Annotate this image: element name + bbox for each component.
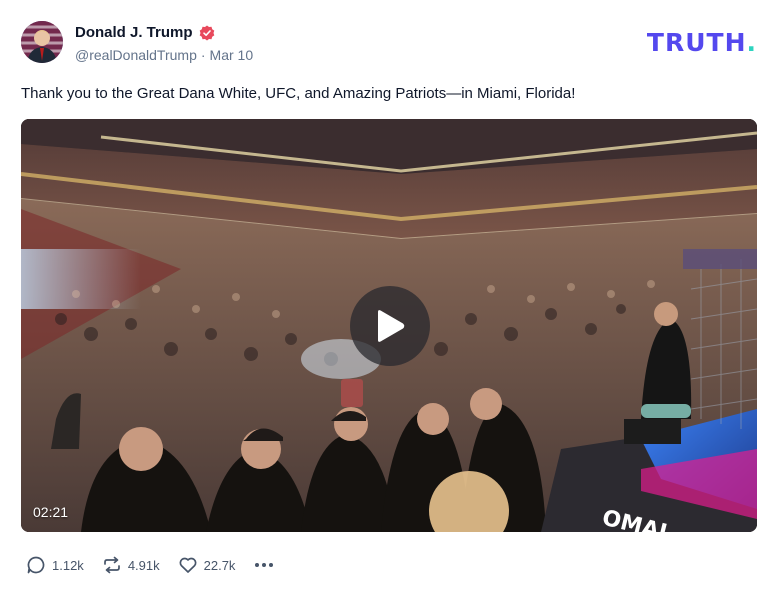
reply-icon: [27, 556, 45, 574]
more-options-button[interactable]: [253, 555, 275, 575]
retruth-button[interactable]: 4.91k: [102, 555, 160, 575]
logo-text: TRUTH: [646, 28, 747, 57]
author-name-row: Donald J. Trump: [75, 24, 215, 41]
reply-button[interactable]: 1.12k: [26, 555, 84, 575]
post-date[interactable]: Mar 10: [210, 47, 254, 63]
author-handle[interactable]: @realDonaldTrump: [75, 47, 197, 63]
video-duration: 02:21: [33, 504, 69, 520]
logo-dot: .: [746, 28, 757, 57]
truth-post: Donald J. Trump @realDonaldTrump · Mar 1…: [0, 0, 778, 596]
post-text: Thank you to the Great Dana White, UFC, …: [21, 85, 576, 102]
video-player[interactable]: OMAL 02:21: [21, 119, 757, 532]
author-name[interactable]: Donald J. Trump: [75, 24, 193, 41]
meta-separator: ·: [200, 47, 206, 63]
verified-icon: [199, 25, 214, 40]
avatar[interactable]: [21, 21, 63, 63]
reply-count: 1.12k: [52, 557, 84, 573]
retruth-icon: [103, 556, 120, 574]
play-button[interactable]: [350, 286, 430, 366]
post-actions: 1.12k 4.91k 22.7k: [26, 555, 275, 575]
author-meta: @realDonaldTrump · Mar 10: [75, 47, 253, 63]
retruth-count: 4.91k: [127, 557, 160, 573]
like-button[interactable]: 22.7k: [178, 555, 236, 575]
like-icon: [179, 557, 197, 573]
like-count: 22.7k: [203, 557, 236, 573]
more-icon: [255, 563, 274, 567]
play-icon: [378, 310, 405, 342]
truth-logo[interactable]: TRUTH.: [647, 28, 757, 57]
